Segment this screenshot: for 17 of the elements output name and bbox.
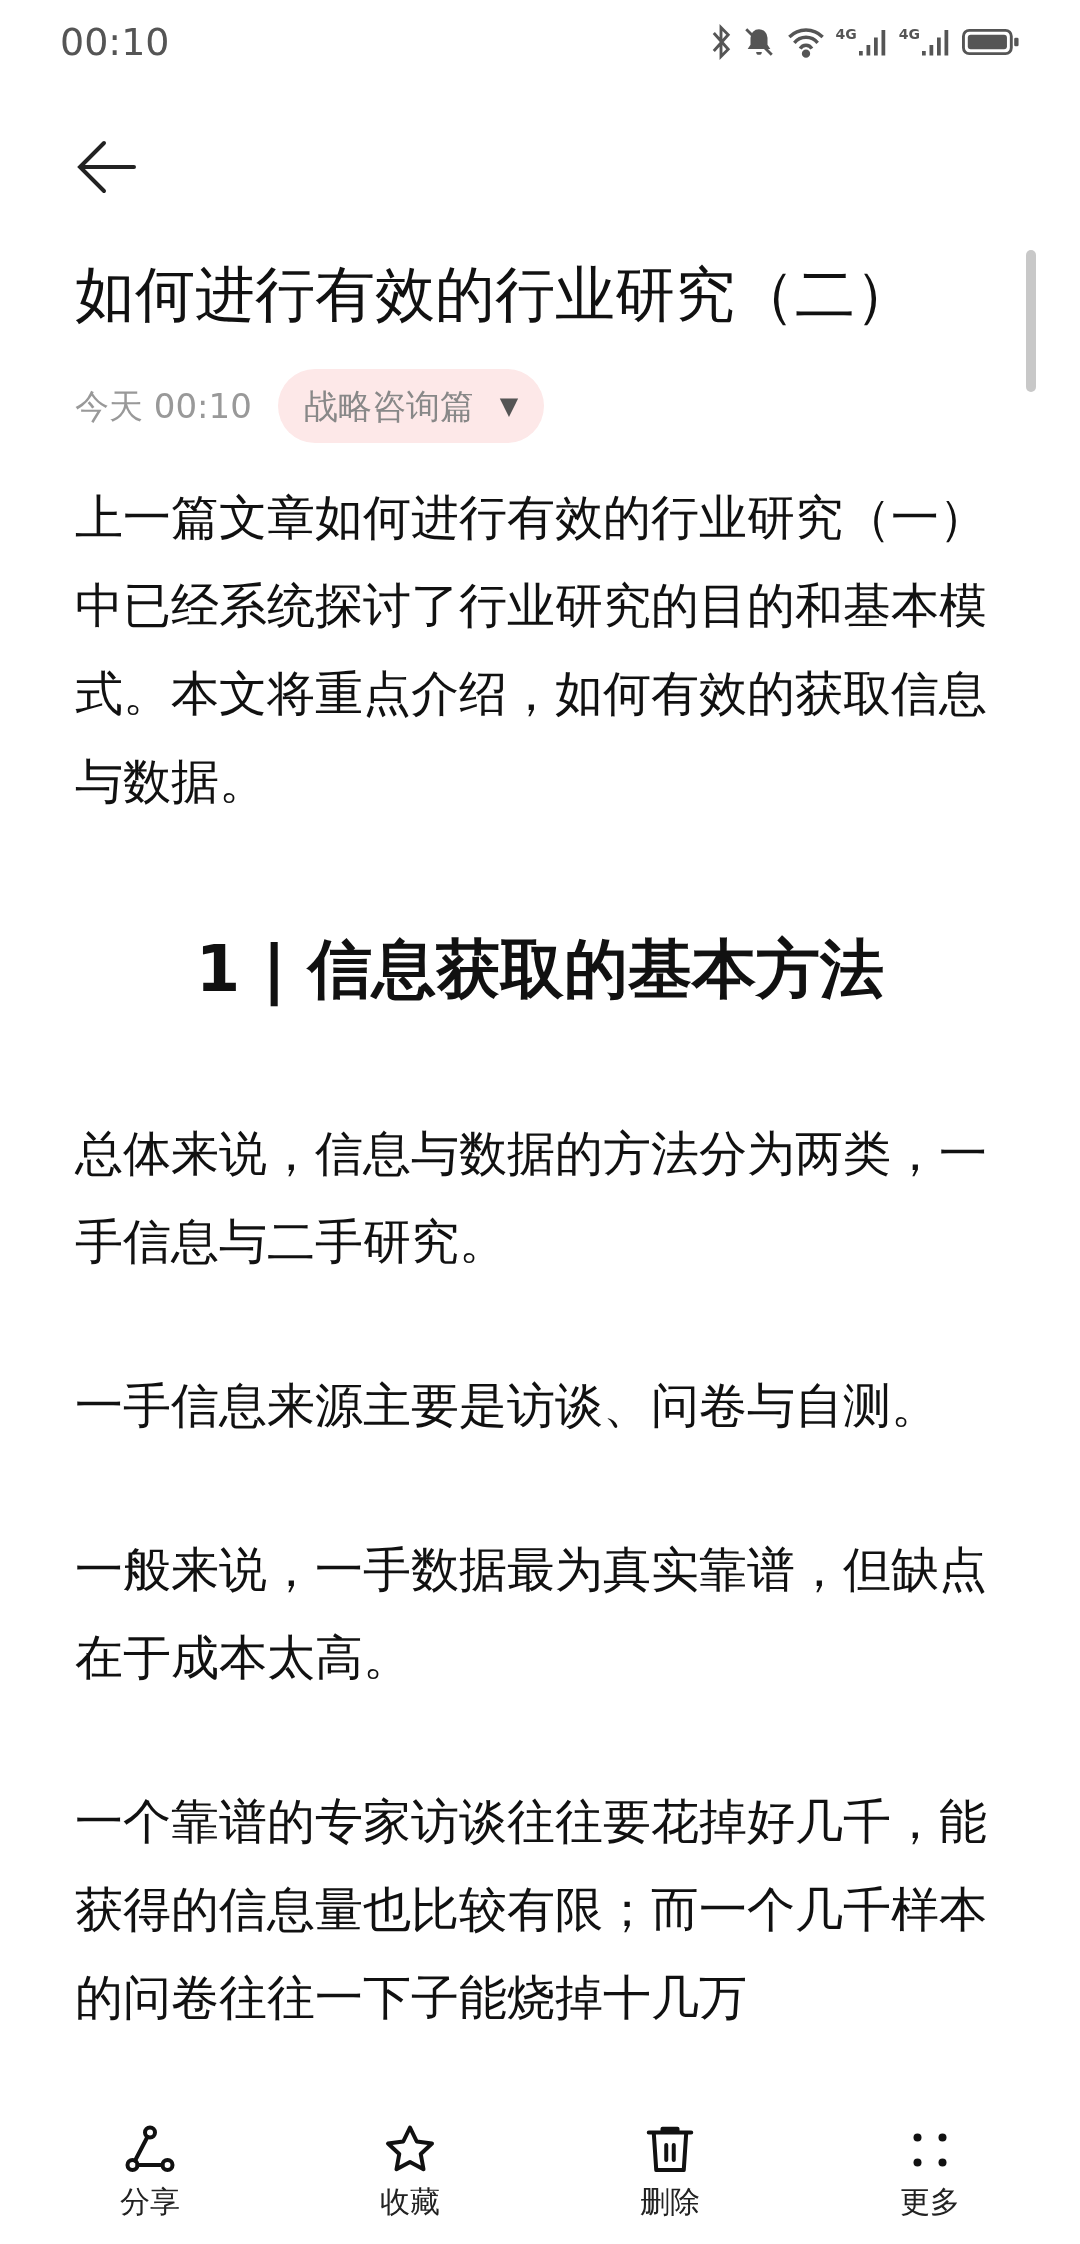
toolbar-button[interactable]: 删除 [590,2120,750,2240]
section-heading: 1 | 信息获取的基本方法 [194,931,886,1009]
paragraph: 上一篇文章如何进行有效的行业研究（一）中已经系统探讨了行业研究的目的和基本模式。本文将重点介绍，如何有效的获取信息与数据。 [75,488,988,811]
network-type: 4G [835,27,857,41]
toolbar-button[interactable]: 更多 [850,2120,1010,2240]
category-button[interactable]: 战略咨询篇 ▼ [277,369,545,443]
note-date: 今天 00:10 [75,384,252,428]
paragraph: 一般来说，一手数据最为真实靠谱，但缺点在于成本太高。 [75,1540,988,1687]
paragraph: 一手信息来源主要是访谈、问卷与自测。 [75,1376,940,1435]
paragraph: 总体来说，信息与数据的方法分为两类，一手信息与二手研究。 [75,1124,988,1271]
note-title: 如何进行有效的行业研究（二） [75,258,916,331]
network-type: 4G [898,27,920,41]
toolbar-button[interactable]: 收藏 [330,2120,490,2240]
paragraph: 一个靠谱的专家访谈往往要花掉好几千，能获得的信息量也比较有限；而一个几千样本的问卷往往一下子能烧掉十几万 [75,1792,988,2027]
battery-icon [962,27,1020,57]
status-time: 00:10 [60,18,170,66]
toolbar-button[interactable]: 分享 [70,2120,230,2240]
